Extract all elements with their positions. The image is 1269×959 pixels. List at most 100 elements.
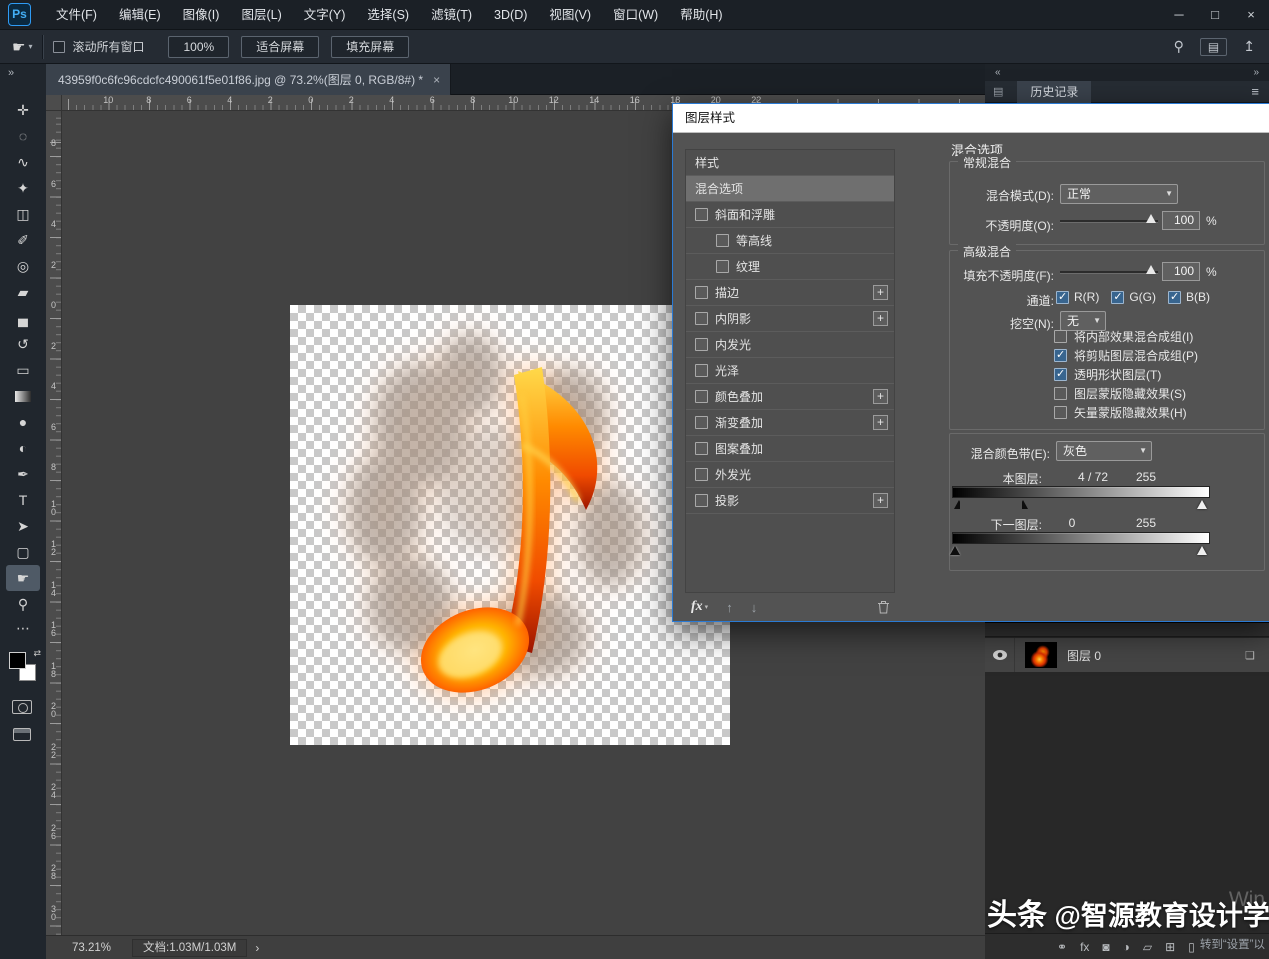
style-checkbox[interactable]: ✓	[695, 338, 708, 351]
path-selection-tool[interactable]: ➤	[6, 513, 40, 539]
quick-selection-tool[interactable]: ✦	[6, 175, 40, 201]
toolbar-flyout-icon[interactable]: »	[8, 67, 14, 79]
blend-option-row[interactable]: ✓ 透明形状图层(T)	[1054, 365, 1198, 384]
layer-style-icon[interactable]: fx	[1080, 940, 1089, 954]
next-layer-white-thumb[interactable]	[1197, 546, 1207, 555]
move-effect-down-icon[interactable]: ↓	[751, 600, 758, 615]
channel-checkbox[interactable]: ✓	[1168, 291, 1181, 304]
style-list-item[interactable]: ✓ 内阴影	[686, 306, 894, 332]
style-list-item[interactable]: ✓ 投影	[686, 488, 894, 514]
zoom-level[interactable]: 73.21%	[72, 942, 124, 954]
layer-row[interactable]: 图层 0 ❏	[985, 638, 1269, 672]
style-checkbox[interactable]: ✓	[695, 442, 708, 455]
style-checkbox[interactable]: ✓	[695, 468, 708, 481]
close-button[interactable]: ×	[1233, 0, 1269, 30]
style-checkbox[interactable]: ✓	[695, 312, 708, 325]
maximize-button[interactable]: □	[1197, 0, 1233, 30]
new-group-icon[interactable]: ▱	[1143, 940, 1152, 954]
add-effect-button[interactable]	[873, 311, 888, 326]
layer-thumbnail[interactable]	[1025, 642, 1057, 668]
menu-item[interactable]: 图像(I)	[172, 0, 231, 30]
delete-layer-icon[interactable]: ▯	[1188, 940, 1195, 954]
menu-item[interactable]: 编辑(E)	[108, 0, 172, 30]
opacity-slider[interactable]	[1060, 210, 1158, 230]
menu-item[interactable]: 滤镜(T)	[420, 0, 483, 30]
clone-stamp-tool[interactable]: ▄	[6, 305, 40, 331]
this-layer-black-thumb-left[interactable]	[954, 500, 960, 510]
eraser-tool[interactable]: ▭	[6, 357, 40, 383]
color-swatches[interactable]: ⇄	[9, 652, 39, 686]
fill-opacity-slider[interactable]	[1060, 261, 1158, 281]
delete-effect-icon[interactable]	[877, 600, 890, 614]
brush-tool[interactable]: ▰	[6, 279, 40, 305]
blend-option-checkbox[interactable]: ✓	[1054, 330, 1067, 343]
style-list-item[interactable]: ✓ 光泽	[686, 358, 894, 384]
style-checkbox[interactable]: ✓	[695, 390, 708, 403]
fit-screen-button[interactable]: 适合屏幕	[241, 36, 319, 58]
link-layers-icon[interactable]: ⚭	[1057, 940, 1067, 954]
menu-item[interactable]: 3D(D)	[483, 0, 538, 30]
move-effect-up-icon[interactable]: ↑	[726, 600, 733, 615]
quick-mask-icon[interactable]	[12, 700, 32, 714]
marquee-tool[interactable]: ◌	[6, 123, 40, 149]
layer-mask-icon[interactable]: ◙	[1102, 940, 1109, 954]
blend-option-row[interactable]: ✓ 图层蒙版隐藏效果(S)	[1054, 384, 1198, 403]
panel-menu-icon[interactable]: ≡	[1251, 84, 1259, 99]
channel-option[interactable]: ✓ B(B)	[1168, 290, 1210, 304]
menu-item[interactable]: 窗口(W)	[602, 0, 669, 30]
style-checkbox[interactable]: ✓	[716, 234, 729, 247]
tab-history[interactable]: 历史记录	[1017, 81, 1091, 103]
screen-mode-icon[interactable]	[13, 728, 31, 741]
history-brush-tool[interactable]: ↺	[6, 331, 40, 357]
move-tool[interactable]: ✛	[6, 97, 40, 123]
foreground-color-swatch[interactable]	[9, 652, 26, 669]
menu-item[interactable]: 视图(V)	[538, 0, 602, 30]
this-layer-gradient[interactable]	[952, 486, 1210, 498]
style-list-item[interactable]: ✓ 纹理	[686, 254, 894, 280]
blend-option-checkbox[interactable]: ✓	[1054, 349, 1067, 362]
scroll-all-windows-checkbox[interactable]	[53, 41, 65, 53]
this-layer-black-thumb-right[interactable]	[1022, 500, 1028, 510]
eyedropper-tool[interactable]: ✐	[6, 227, 40, 253]
style-list-item[interactable]: ✓ 斜面和浮雕	[686, 202, 894, 228]
blend-option-row[interactable]: ✓ 将剪贴图层混合成组(P)	[1054, 346, 1198, 365]
style-list-item[interactable]: ✓ 混合选项	[686, 176, 894, 202]
channel-option[interactable]: ✓ G(G)	[1111, 290, 1156, 304]
type-tool[interactable]: T	[6, 487, 40, 513]
collapse-panels-icon[interactable]: «	[995, 67, 1001, 78]
blend-option-checkbox[interactable]: ✓	[1054, 387, 1067, 400]
swap-colors-icon[interactable]: ⇄	[33, 648, 41, 659]
zoom-tool[interactable]: ⚲	[6, 591, 40, 617]
blend-if-select[interactable]: 灰色 ▼	[1056, 441, 1152, 461]
channel-checkbox[interactable]: ✓	[1056, 291, 1069, 304]
fill-screen-button[interactable]: 填充屏幕	[331, 36, 409, 58]
workspace-icon[interactable]: ▤	[1200, 38, 1227, 56]
style-checkbox[interactable]: ✓	[695, 416, 708, 429]
style-checkbox[interactable]: ✓	[695, 286, 708, 299]
gradient-tool[interactable]	[6, 383, 40, 409]
layer-visibility-cell[interactable]	[985, 638, 1015, 672]
slider-thumb[interactable]	[1146, 265, 1156, 274]
menu-item[interactable]: 图层(L)	[230, 0, 292, 30]
blend-option-checkbox[interactable]: ✓	[1054, 406, 1067, 419]
hand-tool[interactable]: ☛	[6, 565, 40, 591]
edit-toolbar-icon[interactable]: ⋯	[6, 620, 40, 637]
slider-thumb[interactable]	[1146, 214, 1156, 223]
style-checkbox[interactable]: ✓	[695, 208, 708, 221]
style-list-item[interactable]: ✓ 描边	[686, 280, 894, 306]
blur-tool[interactable]: ●	[6, 409, 40, 435]
style-checkbox[interactable]: ✓	[716, 260, 729, 273]
add-effect-button[interactable]	[873, 493, 888, 508]
new-layer-icon[interactable]: ⊞	[1165, 940, 1175, 954]
minimize-button[interactable]: ─	[1161, 0, 1197, 30]
zoom-100-button[interactable]: 100%	[168, 36, 229, 58]
blend-option-row[interactable]: ✓ 矢量蒙版隐藏效果(H)	[1054, 403, 1198, 422]
menu-item[interactable]: 文字(Y)	[293, 0, 357, 30]
blend-mode-select[interactable]: 正常 ▼	[1060, 184, 1178, 204]
close-tab-icon[interactable]: ×	[433, 73, 440, 87]
style-list-item[interactable]: ✓ 等高线	[686, 228, 894, 254]
style-list-item[interactable]: ✓ 图案叠加	[686, 436, 894, 462]
status-chevron-icon[interactable]: ›	[255, 941, 259, 955]
dodge-tool[interactable]: ◐	[6, 435, 40, 461]
style-checkbox[interactable]: ✓	[695, 494, 708, 507]
